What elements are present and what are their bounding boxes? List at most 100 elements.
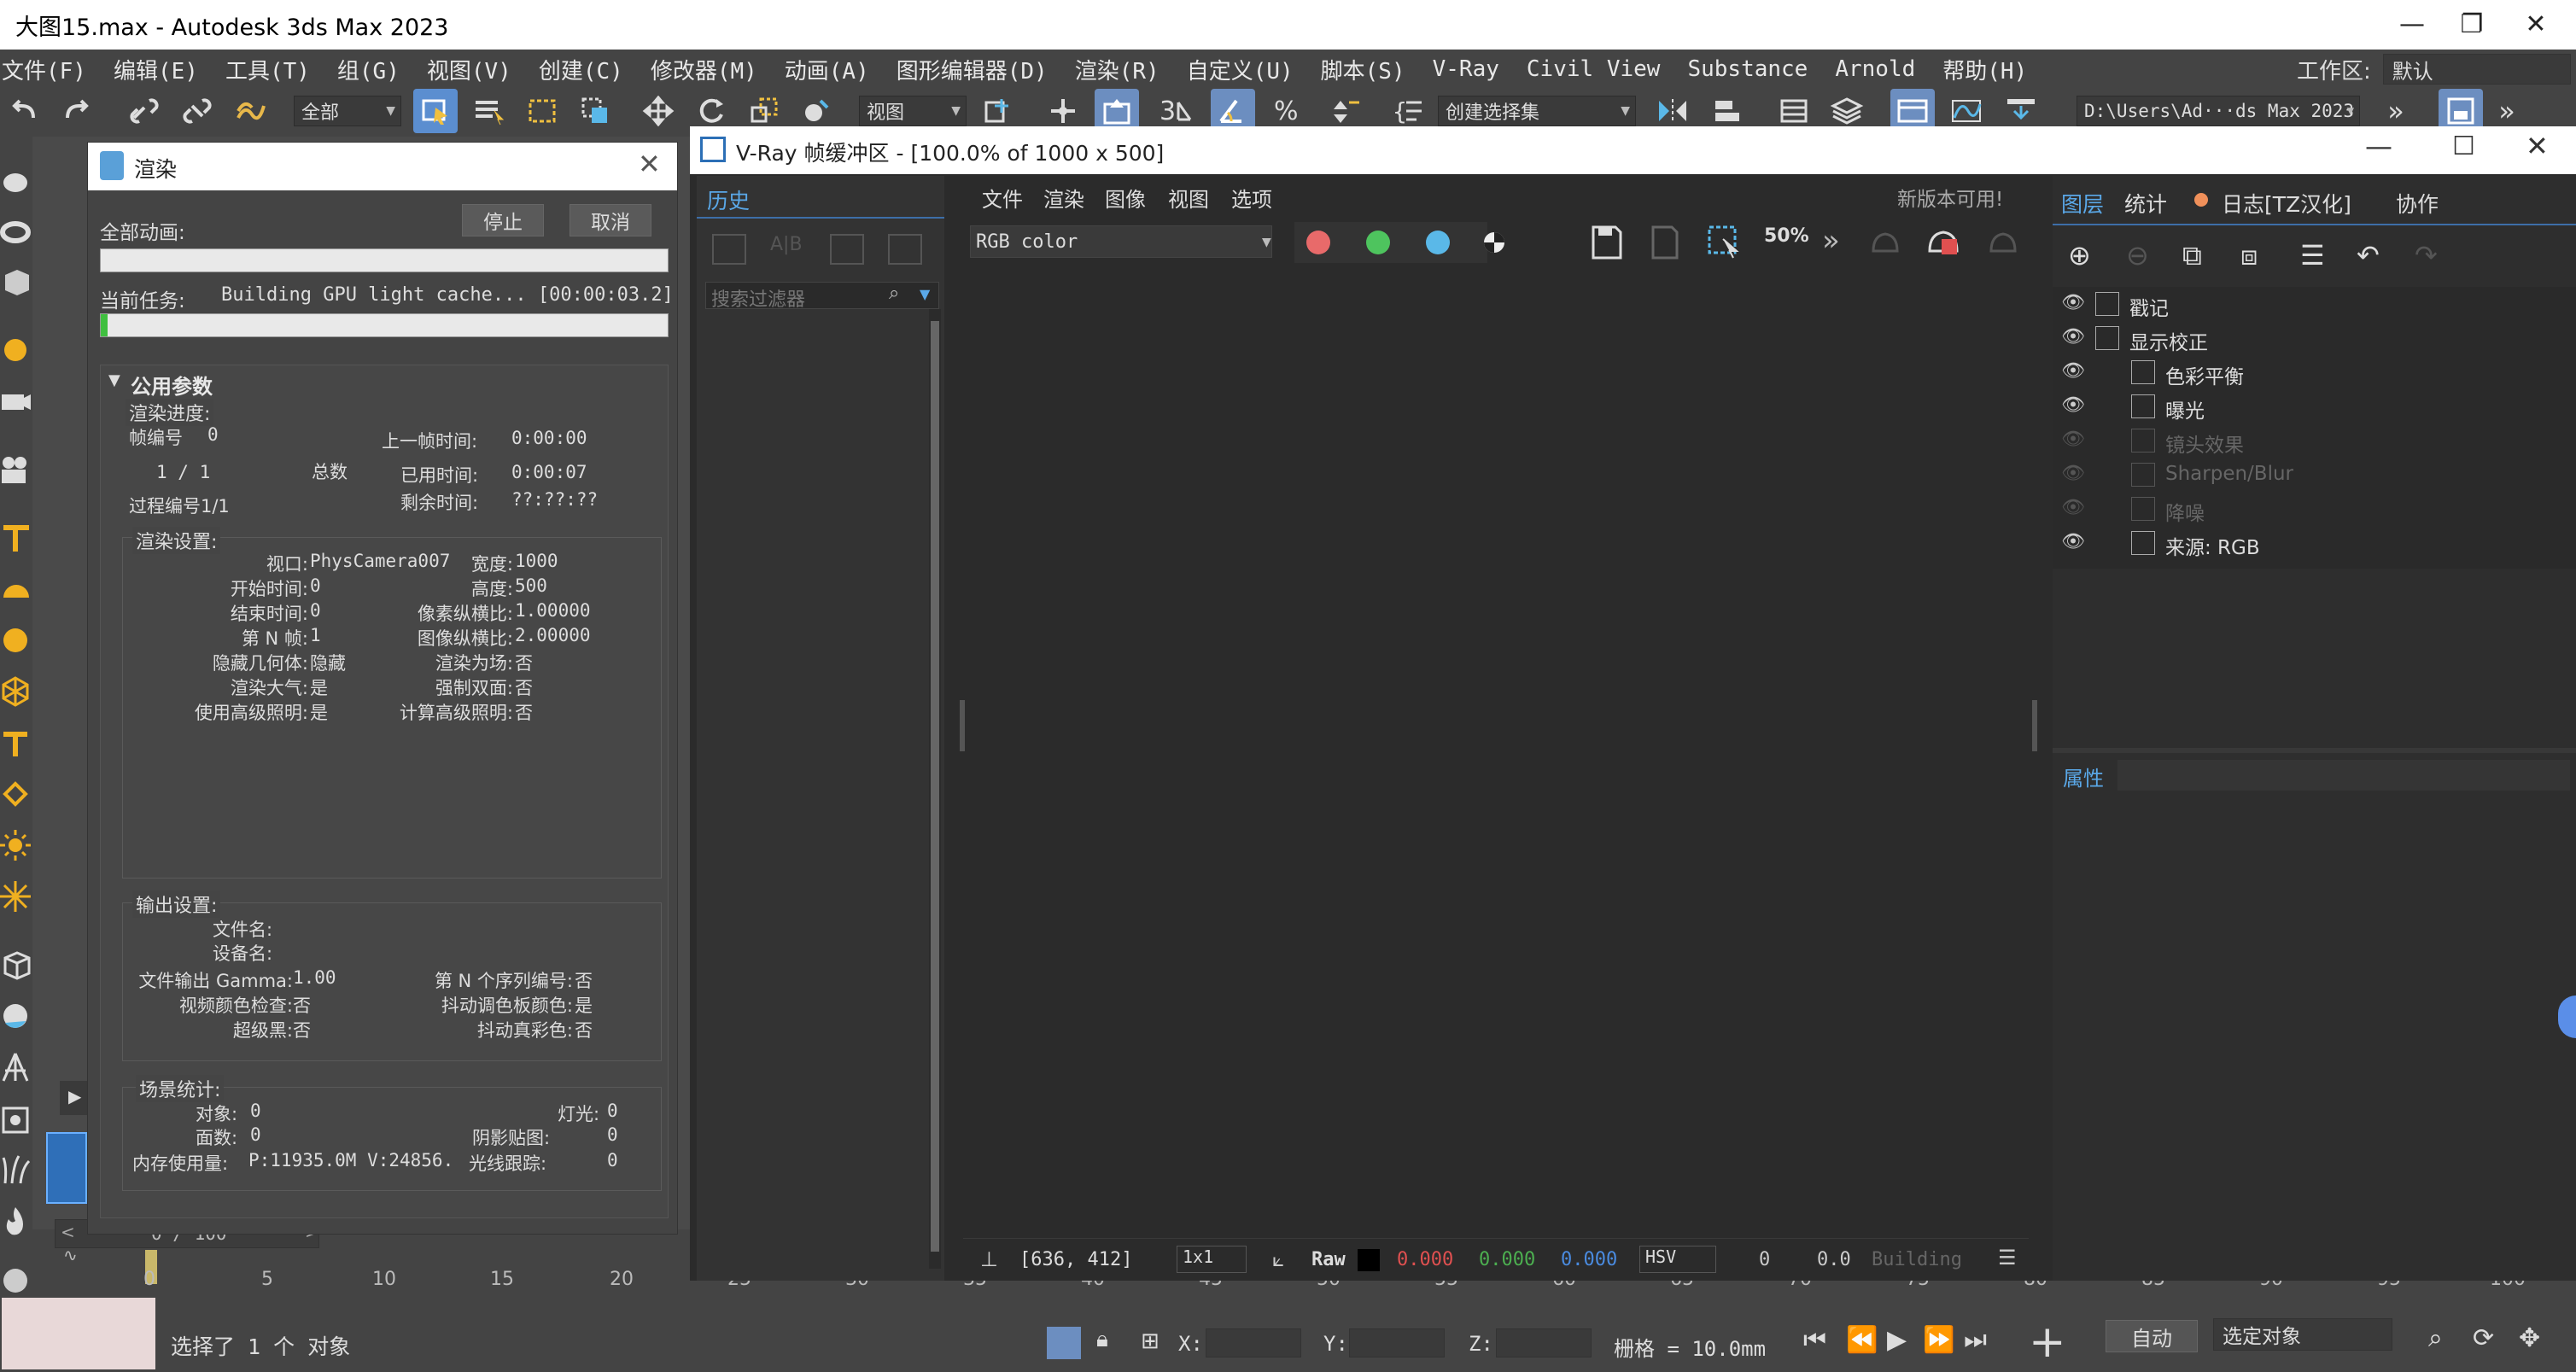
properties-splitter[interactable] — [2053, 748, 2576, 753]
set-key-icon[interactable]: + — [2029, 1317, 2066, 1368]
rollout-title[interactable]: 公用参数 — [131, 370, 213, 400]
cancel-button[interactable]: 取消 — [570, 204, 651, 236]
cube-icon[interactable] — [0, 948, 32, 982]
properties-field[interactable] — [2117, 760, 2570, 791]
project-path-dropdown[interactable]: D:\Users\Ad···ds Max 2023 — [2077, 96, 2360, 126]
history-ab-icon[interactable]: A|B — [770, 234, 804, 265]
tab-collab[interactable]: 协作 — [2396, 188, 2439, 219]
select-by-name-icon[interactable] — [470, 89, 509, 133]
sun-icon[interactable] — [0, 828, 32, 862]
visibility-eye-icon[interactable]: 👁︎ — [2061, 429, 2085, 450]
save-layers-icon[interactable]: ⧉ — [2182, 239, 2202, 272]
orbit-icon[interactable]: ⟳ — [2473, 1323, 2494, 1353]
goto-end-icon[interactable]: ⏭ — [1964, 1325, 1987, 1355]
lock-icon[interactable]: 🔒︎ — [1096, 1327, 1108, 1353]
maxscript-listener[interactable] — [2, 1298, 155, 1369]
prev-key-icon[interactable]: ⏪ — [1846, 1325, 1878, 1355]
load-layers-icon[interactable]: ⧈ — [2240, 239, 2258, 272]
vfb-menu-view[interactable]: 视图 — [1168, 183, 1209, 213]
menu-rendering[interactable]: 渲染(R) — [1061, 54, 1173, 85]
viewport-layout-tab[interactable] — [46, 1132, 87, 1204]
grid-icon[interactable] — [0, 1101, 32, 1136]
visibility-eye-icon[interactable]: 👁︎ — [2061, 326, 2085, 347]
window-crossing-icon[interactable] — [575, 89, 615, 133]
close-icon[interactable]: ✕ — [2515, 7, 2557, 41]
menu-substance[interactable]: Substance — [1674, 56, 1821, 82]
next-key-icon[interactable]: ⏩ — [1923, 1325, 1954, 1355]
vfb-close-icon[interactable]: ✕ — [2526, 130, 2549, 162]
rollout-collapse-icon[interactable]: ▼ — [108, 371, 120, 389]
delete-layer-icon[interactable]: ⊖ — [2126, 239, 2149, 271]
zoom-icon[interactable]: ⌕ — [2428, 1323, 2443, 1353]
channel-dropdown[interactable]: RGB color — [970, 225, 1272, 258]
bind-spacewarp-icon[interactable] — [231, 89, 270, 133]
history-scrollbar[interactable] — [929, 309, 941, 1269]
zoom-50-icon[interactable]: 50% — [1764, 225, 1809, 260]
y-coordinate-field[interactable] — [1349, 1328, 1445, 1357]
history-scroll-thumb[interactable] — [931, 321, 939, 1252]
menu-edit[interactable]: 编辑(E) — [100, 54, 212, 85]
menu-animation[interactable]: 动画(A) — [771, 54, 883, 85]
torus-icon[interactable] — [0, 213, 32, 248]
vray-sphere-icon[interactable] — [0, 999, 32, 1033]
play-icon[interactable]: ▶ — [1887, 1325, 1907, 1355]
half-sphere-icon[interactable] — [0, 572, 32, 606]
green-channel-toggle[interactable] — [1366, 231, 1390, 254]
vfb-menu-options[interactable]: 选项 — [1231, 183, 1272, 213]
layer-row[interactable]: 👁︎ 显示校正 — [2053, 321, 2576, 355]
vfb-toolbar-overflow-icon[interactable]: » — [1822, 224, 1840, 258]
layer-row[interactable]: 👁︎ 来源: RGB — [2053, 526, 2576, 560]
link-icon[interactable] — [125, 89, 164, 133]
spotlight-icon[interactable] — [0, 521, 32, 555]
layer-row[interactable]: 👁︎ 戳记 — [2053, 287, 2576, 321]
layer-row[interactable]: 👁︎ 镜头效果 — [2053, 423, 2576, 458]
load-image-icon[interactable] — [1648, 224, 1682, 261]
menu-tools[interactable]: 工具(T) — [212, 54, 324, 85]
menu-civil-view[interactable]: Civil View — [1513, 56, 1674, 82]
left-splitter[interactable] — [960, 700, 965, 751]
menu-file[interactable]: 文件(F) — [0, 54, 100, 85]
stop-render-icon[interactable] — [1984, 222, 2024, 261]
layer-undo-icon[interactable]: ↶ — [2357, 239, 2380, 271]
history-search-field[interactable]: 搜索过滤器 ⌕ ▼ — [705, 282, 939, 311]
render-canvas[interactable] — [970, 282, 2029, 1238]
vfb-maximize-icon[interactable]: ☐ — [2452, 131, 2475, 161]
absolute-mode-icon[interactable]: ⊞ — [1141, 1328, 1159, 1354]
minimize-icon[interactable]: — — [2391, 7, 2433, 41]
box-icon[interactable] — [0, 265, 32, 299]
color-mode-dropdown[interactable]: HSV — [1639, 1246, 1716, 1273]
tab-stats[interactable]: 统计 — [2124, 188, 2167, 219]
geosphere-icon[interactable] — [0, 674, 32, 709]
tab-layers[interactable]: 图层 — [2061, 188, 2104, 219]
pan-icon[interactable]: ✥ — [2519, 1323, 2540, 1353]
log-icon[interactable]: ☰ — [1998, 1246, 2017, 1270]
history-save-icon[interactable] — [712, 234, 746, 265]
raw-toggle[interactable]: Raw — [1311, 1249, 1346, 1270]
alpha-channel-icon[interactable] — [1482, 231, 1506, 254]
tab-log[interactable]: 日志[TZ汉化] — [2222, 188, 2351, 219]
teapot-icon[interactable] — [0, 162, 32, 196]
history-compare-icon[interactable] — [830, 234, 864, 265]
fire-icon[interactable] — [0, 1204, 32, 1238]
visibility-eye-icon[interactable]: 👁︎ — [2061, 292, 2085, 313]
render-teapot-icon[interactable] — [1923, 220, 1966, 263]
workspace-dropdown[interactable]: 默认 — [2382, 54, 2571, 85]
menu-vray[interactable]: V-Ray — [1419, 56, 1513, 82]
visibility-eye-icon[interactable]: 👁︎ — [2061, 360, 2085, 382]
pin-icon[interactable]: ⊥ — [980, 1247, 998, 1271]
dome-light-icon[interactable] — [0, 777, 32, 811]
prev-frame-icon[interactable]: < — [61, 1222, 75, 1242]
panel-expand-icon[interactable]: ▶ — [60, 1081, 87, 1115]
menu-modifiers[interactable]: 修改器(M) — [637, 54, 771, 85]
vfb-menu-render[interactable]: 渲染 — [1043, 183, 1084, 213]
render-interactive-icon[interactable] — [1866, 222, 1906, 261]
grass-icon[interactable] — [0, 1153, 32, 1187]
visibility-eye-icon[interactable]: 👁︎ — [2061, 497, 2085, 518]
menu-arnold[interactable]: Arnold — [1821, 56, 1929, 82]
sphere-icon[interactable] — [0, 623, 32, 657]
layer-redo-icon[interactable]: ↷ — [2415, 239, 2438, 271]
visibility-eye-icon[interactable]: 👁︎ — [2061, 531, 2085, 552]
layer-row[interactable]: 👁︎ 曝光 — [2053, 389, 2576, 423]
menu-graph-editors[interactable]: 图形编辑器(D) — [883, 54, 1061, 85]
stop-button[interactable]: 停止 — [462, 204, 544, 236]
